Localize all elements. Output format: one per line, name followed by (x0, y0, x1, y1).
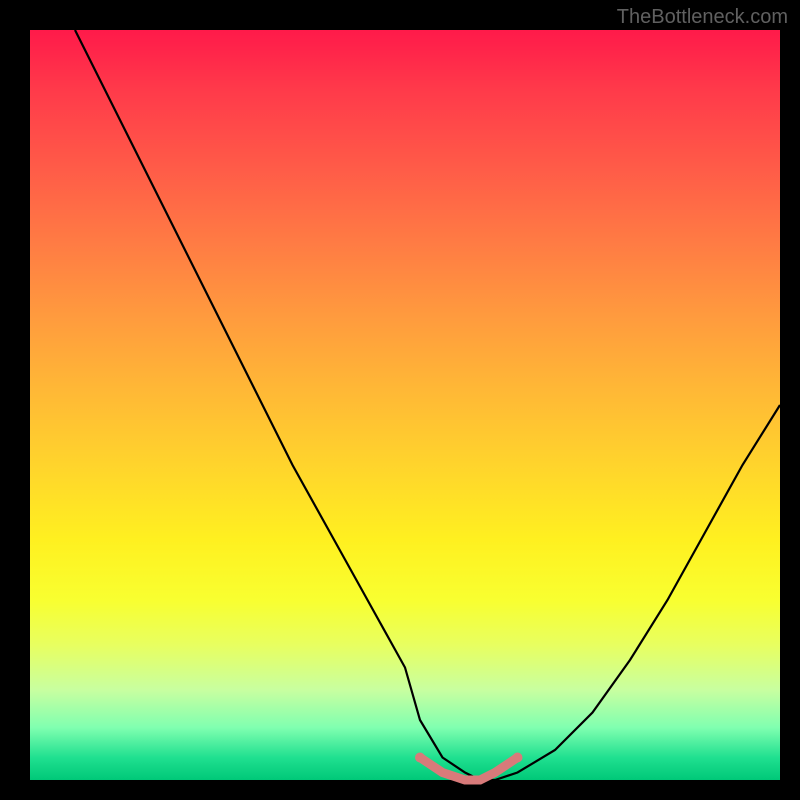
bottleneck-curve (75, 30, 780, 780)
chart-svg (30, 30, 780, 780)
attribution-text: TheBottleneck.com (617, 6, 788, 29)
optimal-marker-dot-left (415, 753, 425, 763)
chart-plot-area (30, 30, 780, 780)
optimal-marker-dot-right (513, 753, 523, 763)
